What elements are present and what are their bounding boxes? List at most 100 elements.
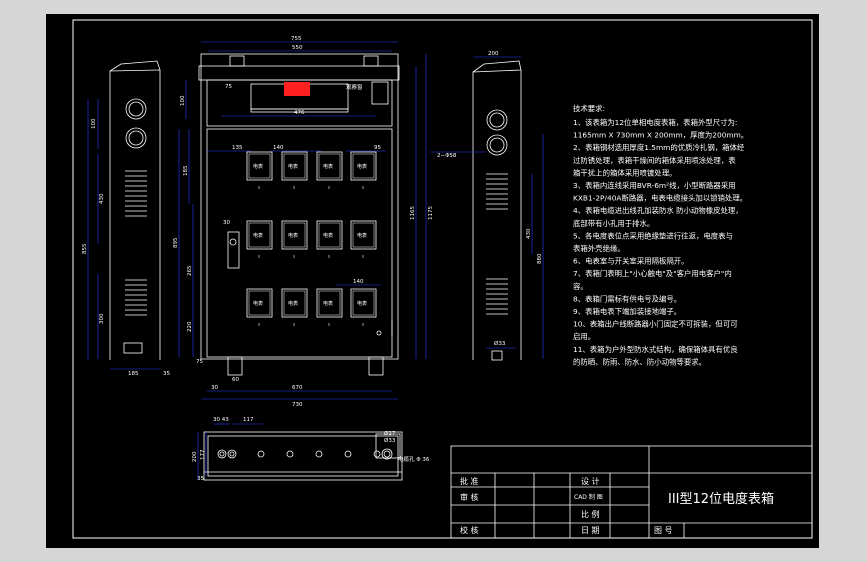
meter-label: 电表 — [288, 163, 298, 170]
dim-left-185: 185 — [128, 371, 139, 377]
drawing-title: III型12位电度表箱 — [668, 491, 774, 507]
tb-approve: 批 准 — [460, 476, 479, 486]
note-line: 7、表箱门表明上"小心触电"及"客户用电客户"内 — [573, 269, 732, 278]
dim-front-75b: 75 — [196, 359, 203, 365]
technical-notes: 技术要求: 1、该表箱为12位单相电度表箱，表箱外型尺寸为: 1165mm X … — [573, 104, 748, 366]
tb-proofread: 校 核 — [460, 525, 479, 535]
dim-front-140b: 140 — [353, 279, 364, 285]
note-line: KXB1-2P/40A断路器，电表电缆接头加以锁销处理。 — [573, 194, 747, 203]
note-line: 10、表箱出户线断路器小门固定不可拆装，但可可 — [573, 320, 738, 329]
dim-front-60: 60 — [232, 377, 239, 383]
note-line: 1、该表箱为12位单相电度表箱，表箱外型尺寸为: — [573, 118, 737, 127]
dim-right-430: 430 — [526, 228, 532, 239]
meter-cell: 电表 — [316, 288, 343, 326]
meter-cell: 电表 — [246, 220, 273, 258]
note-line: 箱干扰上的箱体采用喷镀处理。 — [573, 168, 676, 177]
left-side-view — [109, 60, 161, 360]
meter-cell: 电表 — [350, 220, 377, 258]
note-line: 过防锈处理，表箱干燥间的箱体采用喷涂处理，表 — [573, 156, 736, 165]
dim-front-730: 730 — [292, 402, 303, 408]
dim-front-75a: 75 — [225, 84, 232, 90]
dim-left-300: 300 — [99, 313, 105, 324]
dim-left-100: 100 — [91, 118, 97, 129]
window-label-text: 观察窗 — [346, 83, 363, 91]
note-line: 11、表箱为户外型防水式结构，确保箱体具有优良 — [573, 345, 738, 354]
dim-front-895: 895 — [173, 237, 179, 248]
note-line: 3、表箱内连线采用BVR-6m²线，小型断路器采用 — [573, 181, 736, 190]
meter-label: 电表 — [253, 300, 263, 307]
tb-design: 设 计 — [581, 476, 600, 486]
meter-cell: 电表 — [316, 220, 343, 258]
dim-right-880: 880 — [537, 253, 543, 264]
meter-label: 电表 — [323, 232, 333, 239]
dim-front-476: 476 — [294, 110, 305, 116]
dim-bottom-200: 200 — [192, 451, 198, 462]
dim-front-30b: 30 — [211, 385, 218, 391]
tb-scale: 比 例 — [581, 509, 600, 519]
dim-front-1175: 1175 — [428, 206, 434, 220]
note-line: 2、表箱钢材选用厚度1.5mm的优质冷扎钢，箱体经 — [573, 143, 745, 152]
meter-cell: 电表 — [246, 151, 273, 189]
note-line: 底部带有小孔用于排水。 — [573, 219, 654, 228]
meter-cell: 电表 — [246, 288, 273, 326]
dim-2phi58: 2−Φ58 — [437, 153, 457, 159]
note-line: 启用。 — [573, 332, 595, 341]
meter-cell: 电表 — [350, 288, 377, 326]
meter-cell: 电表 — [281, 151, 308, 189]
dim-front-550: 550 — [292, 45, 303, 51]
meter-label: 电表 — [253, 232, 263, 239]
dim-bottom-35: 35 — [197, 476, 204, 482]
dim-left-855: 855 — [82, 243, 88, 254]
note-line: 6、电表室与开关室采用隔板隔开。 — [573, 257, 689, 266]
right-vent-lower — [486, 278, 508, 315]
meter-cell: 电表 — [281, 288, 308, 326]
dim-front-185: 185 — [183, 165, 189, 176]
meter-label: 电表 — [288, 300, 298, 307]
tb-drafting: CAD 制 图 — [574, 493, 603, 501]
right-side-view — [472, 60, 522, 361]
right-vent-upper — [486, 173, 508, 210]
drawing-sheet: 100 430 855 300 185 35 观察窗 电表 电表 电表 电表 电表 电表电… — [46, 14, 819, 548]
dim-left-430: 430 — [99, 193, 105, 204]
notes-heading: 技术要求: — [573, 104, 605, 113]
dim-front-220: 220 — [187, 321, 193, 332]
dim-bottom-3043: 30 43 — [213, 417, 229, 423]
left-vent-upper — [125, 170, 147, 217]
meter-grid: 电表 电表 电表 电表电表 电表 电表 电表电表 电表 电表 电表 — [246, 151, 377, 326]
dim-front-670: 670 — [292, 385, 303, 391]
note-line: 表箱外壳绝缘。 — [573, 244, 625, 253]
meter-cell: 电表 — [350, 151, 377, 189]
dim-bottom-177: 177 — [200, 449, 206, 460]
tb-date: 日 期 — [581, 526, 600, 535]
meter-label: 电表 — [253, 163, 263, 170]
meter-label: 电表 — [323, 163, 333, 170]
tb-review: 审 核 — [460, 492, 479, 502]
meter-cell: 电表 — [316, 151, 343, 189]
dim-bottom-phi27: Ø27 — [384, 430, 396, 437]
dim-bottom-phi33: Ø33 — [384, 437, 396, 444]
meter-label: 电表 — [323, 300, 333, 307]
meter-label: 电表 — [288, 232, 298, 239]
cad-drawing: 100 430 855 300 185 35 观察窗 电表 电表 电表 电表电表 电表电… — [72, 19, 813, 539]
note-line: 5、各电度表位点采用绝缘垫进行往返，电度表与 — [573, 231, 733, 240]
dim-front-265: 265 — [187, 265, 193, 276]
note-line: 4、表箱电缆进出线孔加装防水 防小动物橡皮处理， — [573, 206, 743, 215]
bottom-view — [203, 431, 403, 481]
note-line: 9、表箱电表下端加装接地端子。 — [573, 307, 681, 316]
dim-front-95: 95 — [374, 145, 381, 151]
tb-drawing-no: 图 号 — [654, 526, 673, 535]
dim-right-200: 200 — [488, 51, 499, 57]
dim-front-1165: 1165 — [410, 206, 416, 220]
dim-front-30: 30 — [223, 220, 230, 226]
left-vent-lower — [125, 279, 147, 316]
note-line: 的防晒、防雨、防水、防小动物等要求。 — [573, 357, 706, 366]
dim-bottom-117: 117 — [243, 417, 254, 423]
dim-front-755: 755 — [291, 36, 302, 42]
meter-label: 电表 — [357, 163, 367, 170]
front-view — [198, 53, 400, 376]
note-line: 8、表箱门需标有供电号及编号。 — [573, 294, 681, 303]
left-dimensions — [87, 99, 160, 370]
meter-label: 电表 — [357, 232, 367, 239]
dim-left-35: 35 — [163, 371, 170, 377]
dim-right-33: Ø33 — [494, 340, 506, 347]
